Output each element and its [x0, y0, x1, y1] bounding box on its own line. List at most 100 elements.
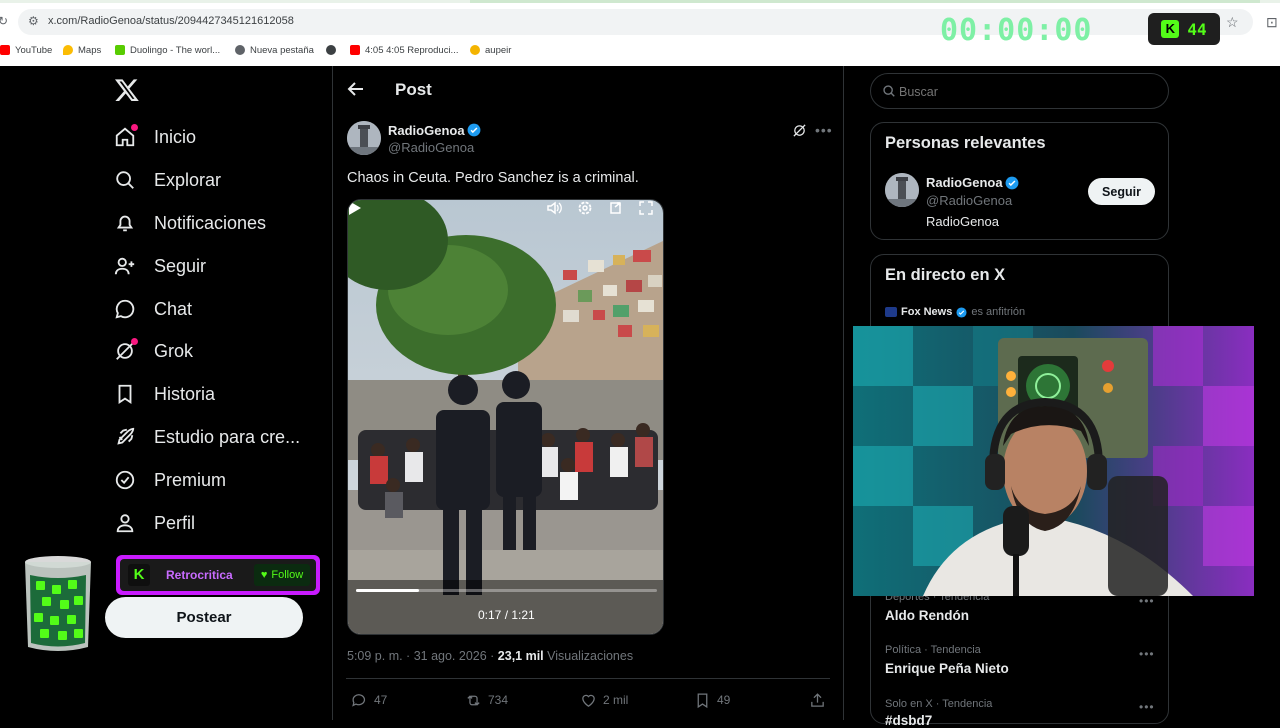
nav-item-explore[interactable]: Explorar — [114, 165, 221, 195]
bookmark-globe[interactable] — [326, 41, 336, 59]
person-icon — [114, 512, 136, 534]
relevant-user-bio: RadioGenoa — [926, 214, 999, 229]
nav-item-profile[interactable]: Perfil — [114, 508, 195, 538]
trend-category: Solo en X · Tendencia — [885, 698, 993, 710]
avatar[interactable] — [347, 121, 381, 155]
more-options-icon[interactable]: ••• — [1139, 594, 1155, 608]
relevant-user-handle[interactable]: @RadioGenoa — [926, 193, 1012, 208]
home-icon — [114, 124, 138, 148]
bookmark-youtube[interactable]: YouTube — [0, 41, 52, 59]
verified-icon — [114, 469, 136, 491]
fox-news-logo-icon — [885, 307, 897, 317]
video-player[interactable]: 0:17 / 1:21 — [347, 199, 664, 635]
kick-follow-overlay[interactable]: K Retrocritica ♥ Follow — [116, 555, 320, 595]
trend-item[interactable]: #dsbd7 — [885, 713, 932, 728]
relevant-people-title: Personas relevantes — [885, 134, 1046, 152]
kick-tip-jar-icon — [25, 556, 91, 651]
post-metadata: 5:09 p. m. · 31 ago. 2026 · 23,1 mil Vis… — [347, 649, 634, 663]
search-input[interactable] — [899, 84, 1149, 100]
kick-viewer-count: 44 — [1187, 19, 1207, 39]
bookmark-duolingo[interactable]: Duolingo - The worl... — [115, 41, 220, 59]
nav-item-creator-studio[interactable]: Estudio para cre... — [114, 422, 300, 452]
verified-badge-icon — [1005, 176, 1019, 190]
post-text: Chaos in Ceuta. Pedro Sanchez is a crimi… — [347, 170, 639, 186]
bookmark-playback[interactable]: 4:05 4:05 Reproduci... — [350, 41, 458, 59]
live-host[interactable]: Fox News es anfitrión — [885, 306, 1025, 318]
kick-channel-name: Retrocritica — [166, 568, 233, 582]
video-time: 0:17 / 1:21 — [478, 608, 535, 622]
video-progress-bar[interactable] — [356, 589, 657, 592]
heart-icon — [582, 694, 595, 707]
bookmark-maps[interactable]: Maps — [63, 41, 101, 59]
reload-icon[interactable]: ↻ — [0, 14, 8, 28]
duolingo-icon — [115, 45, 125, 55]
bookmark-aupeir[interactable]: aupeir — [470, 41, 511, 59]
verified-badge-icon — [467, 123, 481, 137]
bookmark-new-tab[interactable]: Nueva pestaña — [235, 41, 314, 59]
nav-item-home[interactable]: Inicio — [114, 122, 196, 152]
trend-item[interactable]: Aldo Rendón — [885, 608, 969, 623]
back-arrow-icon[interactable] — [346, 79, 366, 99]
more-options-icon[interactable]: ••• — [1139, 700, 1155, 714]
x-logo-icon[interactable] — [114, 76, 140, 104]
author-handle[interactable]: @RadioGenoa — [388, 140, 474, 155]
extensions-icon[interactable]: ⊡ — [1266, 14, 1278, 31]
maps-pin-icon — [63, 45, 73, 55]
post-button[interactable]: Postear — [105, 597, 303, 638]
author-name[interactable]: RadioGenoa — [388, 123, 465, 138]
nav-item-grok[interactable]: Grok — [114, 336, 193, 366]
relevant-user-name[interactable]: RadioGenoa — [926, 175, 1003, 190]
bookmark-button[interactable]: 49 — [694, 691, 730, 709]
more-options-icon[interactable]: ••• — [1139, 647, 1155, 661]
kick-follow-button[interactable]: ♥ Follow — [254, 564, 310, 586]
site-settings-icon[interactable]: ⚙ — [28, 14, 42, 28]
url-text[interactable]: x.com/RadioGenoa/status/2094427345121612… — [48, 15, 294, 27]
live-section-title: En directo en X — [885, 266, 1006, 284]
video-frame — [348, 200, 663, 634]
grok-icon[interactable] — [792, 123, 807, 138]
bookmark-icon — [697, 692, 708, 708]
fullscreen-icon[interactable] — [638, 200, 654, 216]
globe-icon — [235, 45, 245, 55]
stream-timer: 00:00:00 — [940, 13, 1093, 48]
verified-badge-icon — [956, 306, 967, 318]
repost-icon — [467, 694, 480, 706]
heart-icon: ♥ — [260, 569, 268, 581]
kick-logo-icon: K — [1161, 20, 1180, 38]
sparkle-icon — [470, 45, 480, 55]
view-count: 23,1 mil — [497, 649, 544, 663]
share-icon — [811, 692, 824, 707]
bell-icon — [114, 212, 136, 234]
trend-item[interactable]: Enrique Peña Nieto — [885, 661, 1009, 676]
tab-strip — [0, 0, 1280, 3]
trend-category: Política · Tendencia — [885, 644, 981, 656]
share-button[interactable] — [809, 691, 826, 709]
like-button[interactable]: 2 mil — [580, 691, 628, 709]
follow-button[interactable]: Seguir — [1088, 178, 1155, 205]
globe-icon — [326, 45, 336, 55]
page-title: Post — [395, 80, 432, 99]
nav-item-chat[interactable]: Chat — [114, 294, 192, 324]
picture-in-picture-icon[interactable] — [608, 200, 624, 216]
add-user-icon — [114, 255, 136, 277]
nav-item-notifications[interactable]: Notificaciones — [114, 208, 266, 238]
avatar[interactable] — [885, 173, 919, 207]
repost-button[interactable]: 734 — [465, 691, 508, 709]
volume-icon[interactable] — [546, 200, 562, 216]
bookmark-star-icon[interactable]: ☆ — [1226, 14, 1239, 31]
reply-icon — [352, 693, 366, 707]
nav-item-premium[interactable]: Premium — [114, 465, 226, 495]
youtube-icon — [0, 45, 10, 55]
more-options-icon[interactable]: ••• — [815, 122, 833, 138]
reply-button[interactable]: 47 — [351, 691, 387, 709]
bookmark-icon — [114, 383, 136, 405]
column-divider — [332, 66, 333, 720]
nav-item-follow[interactable]: Seguir — [114, 251, 206, 281]
browser-chrome: ↻ ⚙ x.com/RadioGenoa/status/209442734512… — [0, 0, 1280, 66]
kick-logo-icon: K — [128, 564, 150, 586]
chat-icon — [114, 298, 136, 320]
play-icon[interactable] — [348, 200, 362, 216]
settings-gear-icon[interactable] — [577, 200, 593, 216]
nav-item-history[interactable]: Historia — [114, 379, 215, 409]
rocket-icon — [114, 426, 136, 448]
